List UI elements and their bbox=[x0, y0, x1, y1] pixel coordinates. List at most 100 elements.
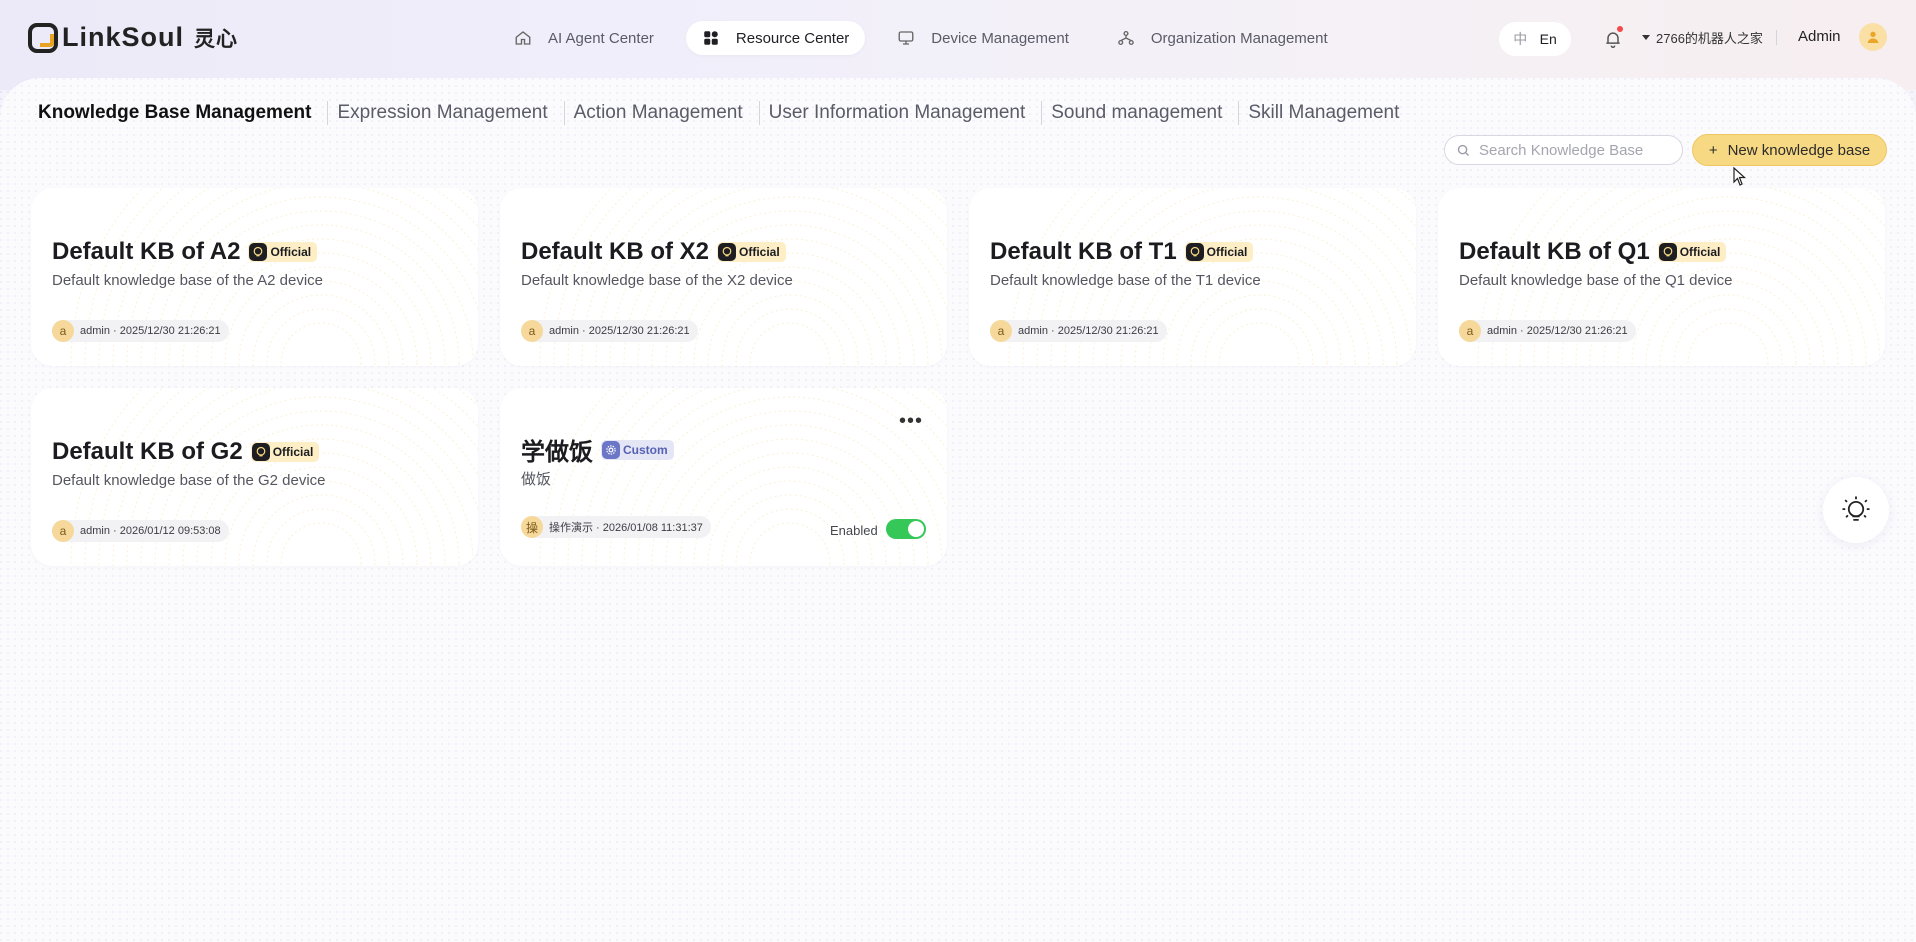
tab-divider bbox=[1238, 101, 1240, 125]
card-title: Default KB of A2 bbox=[52, 238, 241, 265]
tab-expression[interactable]: Expression Management bbox=[337, 102, 547, 124]
brain-badge-icon bbox=[718, 243, 737, 261]
user-name[interactable]: Admin bbox=[1798, 28, 1841, 45]
lightbulb-icon bbox=[1842, 496, 1870, 521]
card-title-row: Default KB of T1 Official bbox=[990, 238, 1254, 266]
gear-badge-icon bbox=[602, 440, 620, 459]
creator-and-date: 操作演示 · 2026/01/08 11:31:37 bbox=[549, 522, 703, 534]
card-title-row: 学做饭 Custom bbox=[521, 432, 674, 467]
brand-name-cn: 灵心 bbox=[194, 27, 238, 51]
nav-device-management[interactable]: Device Management bbox=[881, 21, 1085, 55]
card-title: Default KB of G2 bbox=[52, 438, 243, 465]
header-divider bbox=[1776, 30, 1777, 45]
more-options-icon[interactable]: ••• bbox=[899, 411, 923, 431]
knowledge-base-card[interactable]: Default KB of X2 Official Default knowledg… bbox=[500, 188, 947, 366]
creator-and-date: admin · 2026/01/12 09:53:08 bbox=[80, 525, 221, 537]
creator-avatar: a bbox=[1459, 320, 1481, 342]
nav-resource-center[interactable]: Resource Center bbox=[685, 21, 866, 55]
card-title-row: Default KB of A2 Official bbox=[52, 238, 318, 266]
badge-label: Official bbox=[1679, 245, 1721, 259]
lightbulb-help-button[interactable] bbox=[1823, 477, 1889, 543]
enabled-label: Enabled bbox=[830, 523, 878, 538]
tab-action[interactable]: Action Management bbox=[574, 102, 743, 124]
brand-name: LinkSoul bbox=[62, 22, 184, 52]
card-description: Default knowledge base of the A2 device bbox=[52, 272, 324, 289]
search-box[interactable] bbox=[1444, 135, 1683, 165]
card-meta: a admin · 2025/12/30 21:26:21 bbox=[1459, 320, 1636, 342]
caret-down-icon bbox=[1642, 35, 1650, 40]
user-avatar-icon[interactable] bbox=[1859, 23, 1887, 51]
brain-badge-icon bbox=[249, 243, 268, 261]
knowledge-base-card[interactable]: Default KB of G2 Official Default knowledg… bbox=[31, 388, 478, 566]
card-description: Default knowledge base of the T1 device bbox=[990, 272, 1261, 289]
nav-organization-management[interactable]: Organization Management bbox=[1101, 21, 1344, 55]
card-title: Default KB of X2 bbox=[521, 238, 710, 265]
official-badge: Official bbox=[250, 442, 320, 462]
card-title: Default KB of T1 bbox=[990, 238, 1177, 265]
knowledge-base-card[interactable]: Default KB of T1 Official Default knowledg… bbox=[969, 188, 1416, 366]
enabled-toggle[interactable] bbox=[886, 519, 926, 539]
badge-label: Official bbox=[272, 445, 314, 459]
tab-divider bbox=[1041, 101, 1043, 125]
search-icon bbox=[1457, 144, 1469, 156]
card-meta: a admin · 2025/12/30 21:26:21 bbox=[521, 320, 698, 342]
tab-sound[interactable]: Sound management bbox=[1051, 102, 1222, 124]
card-description: Default knowledge base of the Q1 device bbox=[1459, 272, 1733, 289]
nav-label: Organization Management bbox=[1150, 29, 1328, 47]
card-meta: 操操作演示 · 2026/01/08 11:31:37 bbox=[521, 516, 711, 538]
card-title: 学做饭 bbox=[521, 439, 593, 466]
card-meta: a admin · 2026/01/12 09:53:08 bbox=[52, 520, 229, 542]
nav-ai-agent-center[interactable]: AI Agent Center bbox=[498, 21, 670, 55]
monitor-icon bbox=[898, 31, 914, 45]
resource-tabs: Knowledge Base Management Expression Man… bbox=[38, 101, 1399, 125]
tab-user-information[interactable]: User Information Management bbox=[769, 102, 1026, 124]
home-icon bbox=[515, 31, 531, 45]
badge-label: Official bbox=[739, 245, 780, 259]
notification-dot bbox=[1617, 26, 1623, 32]
creator-avatar: a bbox=[52, 320, 74, 342]
brain-badge-icon bbox=[251, 443, 270, 461]
badge-label: Custom bbox=[623, 442, 668, 457]
grid-icon bbox=[704, 31, 718, 45]
brand-logo[interactable]: LinkSoul 灵心 bbox=[28, 22, 238, 53]
card-title-row: Default KB of Q1 Official bbox=[1459, 238, 1727, 266]
nav-label: Resource Center bbox=[735, 29, 850, 47]
creator-avatar: a bbox=[990, 320, 1012, 342]
knowledge-base-card[interactable]: 学做饭 Custom 做饭操操作演示 · 2026/01/08 11:31:37 ••… bbox=[500, 388, 947, 566]
tab-skill[interactable]: Skill Management bbox=[1248, 102, 1399, 124]
card-decoration bbox=[539, 388, 947, 566]
creator-avatar: a bbox=[521, 320, 543, 342]
lang-en[interactable]: En bbox=[1540, 31, 1557, 47]
lang-zh[interactable]: 中 bbox=[1513, 29, 1527, 49]
official-badge: Official bbox=[248, 242, 318, 262]
mouse-cursor-icon bbox=[1733, 167, 1747, 186]
search-input[interactable] bbox=[1479, 141, 1669, 159]
tab-knowledge-base[interactable]: Knowledge Base Management bbox=[38, 102, 311, 124]
main-nav: AI Agent Center Resource Center Device M… bbox=[498, 21, 1344, 55]
workspace-selector[interactable]: 2766的机器人之家 bbox=[1642, 28, 1763, 47]
creator-and-date: admin · 2025/12/30 21:26:21 bbox=[80, 325, 221, 337]
logo-mark-icon bbox=[28, 22, 58, 53]
card-description: Default knowledge base of the G2 device bbox=[52, 472, 326, 489]
knowledge-base-card[interactable]: Default KB of Q1 Official Default knowledg… bbox=[1438, 188, 1885, 366]
creator-avatar: a bbox=[52, 520, 74, 542]
official-badge: Official bbox=[717, 242, 786, 262]
official-badge: Official bbox=[1184, 242, 1254, 262]
brain-badge-icon bbox=[1185, 243, 1204, 261]
language-switch[interactable]: 中 En bbox=[1499, 22, 1571, 56]
tab-divider bbox=[563, 101, 565, 125]
new-knowledge-base-button[interactable]: + New knowledge base bbox=[1692, 134, 1887, 166]
creator-and-date: admin · 2025/12/30 21:26:21 bbox=[1487, 325, 1628, 337]
card-title-row: Default KB of G2 Official bbox=[52, 438, 320, 466]
creator-avatar: 操 bbox=[521, 516, 543, 538]
badge-label: Official bbox=[1206, 245, 1248, 259]
custom-badge: Custom bbox=[601, 439, 674, 460]
tab-divider bbox=[327, 101, 329, 125]
creator-and-date: admin · 2025/12/30 21:26:21 bbox=[1018, 325, 1159, 337]
knowledge-base-card[interactable]: Default KB of A2 Official Default knowledg… bbox=[31, 188, 478, 366]
official-badge: Official bbox=[1657, 242, 1727, 262]
notification-bell-icon[interactable] bbox=[1603, 26, 1623, 50]
card-description: 做饭 bbox=[521, 471, 552, 488]
card-title-row: Default KB of X2 Official bbox=[521, 238, 786, 266]
workspace-name: 2766的机器人之家 bbox=[1656, 31, 1763, 46]
